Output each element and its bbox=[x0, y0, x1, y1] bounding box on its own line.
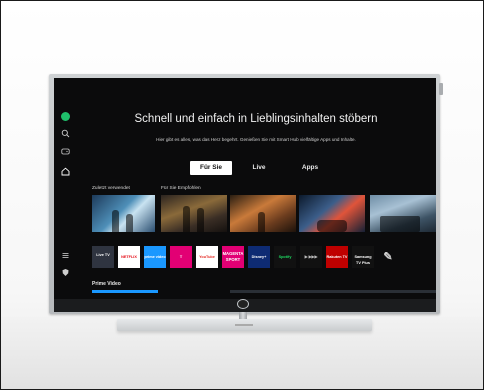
content-thumbnail[interactable] bbox=[92, 195, 155, 232]
hero-headline: Schnell und einfach in Lieblingsinhalten… bbox=[134, 113, 378, 125]
tv-stand-base bbox=[117, 319, 372, 331]
content-thumbnail[interactable] bbox=[370, 195, 436, 232]
tv-logo-ring bbox=[237, 299, 249, 309]
menu-icon[interactable] bbox=[61, 251, 70, 260]
app-tile-netflix[interactable]: NETFLIX bbox=[118, 246, 140, 268]
photo-frame: Schnell und einfach in Lieblingsinhalten… bbox=[0, 0, 484, 390]
section-label-recent: Zuletzt verwendet bbox=[92, 186, 130, 191]
gamepad-icon[interactable] bbox=[61, 147, 70, 156]
app-tile-magenta-sport[interactable]: MAGENTA SPORT bbox=[222, 246, 244, 268]
hero-subline: Hier gibt es alles, was das Herz begehrt… bbox=[156, 137, 356, 142]
content-thumbnail[interactable] bbox=[230, 195, 296, 232]
app-tile-prime-video[interactable]: prime video bbox=[144, 246, 166, 268]
section-label-prime-video: Prime Video bbox=[92, 281, 121, 287]
home-icon[interactable] bbox=[61, 167, 70, 176]
profile-icon[interactable] bbox=[61, 112, 70, 121]
tab-apps[interactable]: Apps bbox=[290, 161, 330, 175]
pencil-icon[interactable]: ✎ bbox=[380, 246, 396, 268]
section-label-recommended: Für Sie Empfohlen bbox=[161, 186, 201, 191]
sidebar bbox=[54, 78, 76, 299]
app-tile-rakuten-tv[interactable]: Rakuten TV bbox=[326, 246, 348, 268]
prime-video-row-preview bbox=[230, 290, 436, 293]
prime-video-row-preview bbox=[92, 290, 158, 293]
app-tile-spotify[interactable]: Spotify bbox=[274, 246, 296, 268]
shield-icon[interactable] bbox=[61, 268, 70, 277]
tab-live[interactable]: Live bbox=[242, 161, 276, 175]
search-icon[interactable] bbox=[61, 129, 70, 138]
app-tile-rakuten-play[interactable]: ▶ ▶▶▶ bbox=[300, 246, 322, 268]
app-tile-disney-plus[interactable]: Disney+ bbox=[248, 246, 270, 268]
app-tile-samsung-tv-plus[interactable]: Samsung TV Plus bbox=[352, 246, 374, 268]
content-thumbnail[interactable] bbox=[161, 195, 227, 232]
tab-fuer-sie[interactable]: Für Sie bbox=[190, 161, 232, 175]
tv-side-button bbox=[439, 83, 443, 95]
tv-screen: Schnell und einfach in Lieblingsinhalten… bbox=[54, 78, 436, 299]
app-tile-live-tv[interactable]: Live TV bbox=[92, 246, 114, 268]
app-tile-youtube[interactable]: YouTube bbox=[196, 246, 218, 268]
app-tile-magenta-tv[interactable]: T bbox=[170, 246, 192, 268]
content-thumbnail[interactable] bbox=[299, 195, 365, 232]
